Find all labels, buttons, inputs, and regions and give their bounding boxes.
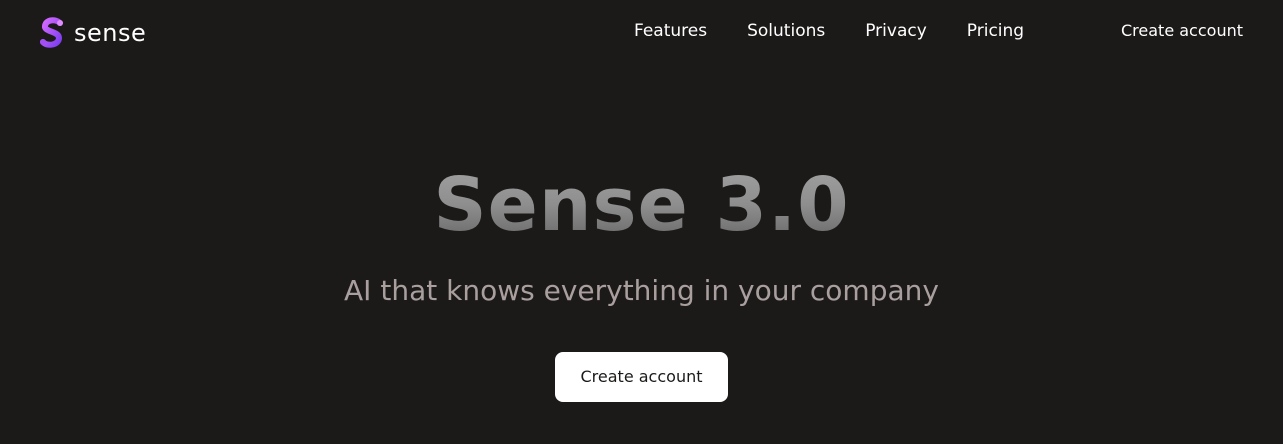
main-nav: Features Solutions Privacy Pricing: [614, 19, 1044, 43]
sense-s-logo-icon: [40, 17, 63, 48]
hero-section: Sense 3.0 AI that knows everything in yo…: [0, 150, 1283, 402]
nav-link-features[interactable]: Features: [634, 21, 707, 41]
brand-name: sense: [74, 19, 147, 47]
top-navbar: sense Features Solutions Privacy Pricing…: [0, 0, 1283, 64]
nav-create-account-link[interactable]: Create account: [1121, 19, 1243, 43]
nav-link-privacy[interactable]: Privacy: [865, 21, 927, 41]
create-account-button[interactable]: Create account: [555, 352, 728, 402]
nav-link-solutions[interactable]: Solutions: [747, 21, 825, 41]
logo-link[interactable]: sense: [38, 16, 146, 50]
hero-title: Sense 3.0: [0, 150, 1283, 260]
nav-link-pricing[interactable]: Pricing: [967, 21, 1024, 41]
hero-subtitle: AI that knows everything in your company: [344, 274, 939, 307]
